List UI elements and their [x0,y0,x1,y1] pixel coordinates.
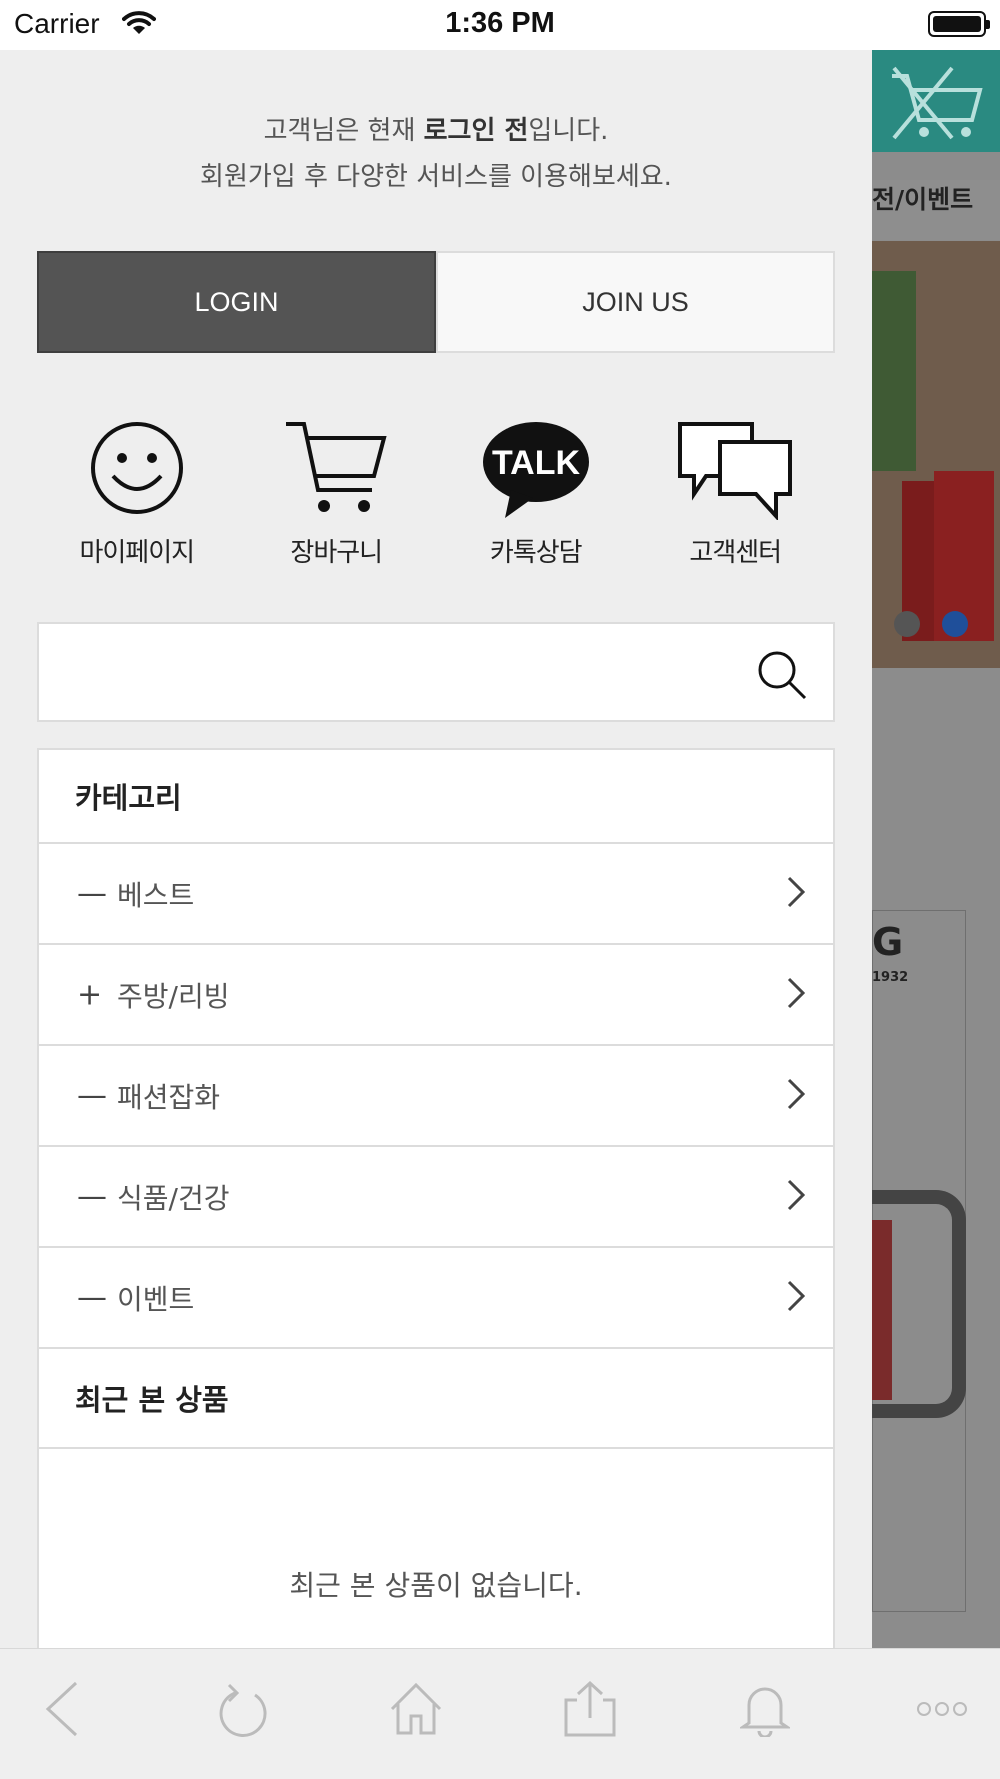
category-label: 패션잡화 [117,1080,221,1114]
category-label: 식품/건강 [117,1181,230,1215]
search-icon[interactable] [757,650,807,704]
category-item-event[interactable]: — 이벤트 [37,1248,835,1349]
collapse-icon: — [77,876,107,911]
category-item-food-health[interactable]: — 식품/건강 [37,1147,835,1248]
category-title: 카테고리 [37,748,835,844]
kakao-talk-icon: TALK [481,420,591,524]
quick-link-label: 마이페이지 [79,538,195,568]
quick-link-mypage[interactable]: 마이페이지 [37,420,237,590]
recent-products-title: 최근 본 상품 [37,1349,835,1449]
category-label: 이벤트 [117,1282,195,1316]
collapse-icon: — [77,1179,107,1214]
quick-link-label: 장바구니 [290,538,383,568]
category-item-best[interactable]: — 베스트 [37,844,835,945]
join-button[interactable]: JOIN US [436,251,835,353]
battery-icon [928,11,990,37]
talk-text: TALK [492,444,581,482]
chevron-right-icon [787,876,806,912]
smiley-icon [89,420,185,520]
home-icon[interactable] [386,1679,446,1739]
collapse-icon: — [77,1280,107,1315]
bottom-toolbar [0,1648,1000,1779]
bell-icon[interactable] [735,1679,795,1739]
category-item-fashion[interactable]: — 패션잡화 [37,1046,835,1147]
login-notice: 고객님은 현재 로그인 전입니다. 회원가입 후 다양한 서비스를 이용해보세요… [200,116,672,192]
product-image [872,1190,966,1418]
collapse-icon: — [77,1078,107,1113]
chevron-right-icon [787,977,806,1013]
promo-banner[interactable] [872,241,1000,668]
auth-buttons: LOGIN JOIN US [37,251,835,353]
chevron-right-icon [787,1078,806,1114]
banner-dot[interactable] [894,611,920,637]
quick-link-label: 고객센터 [689,538,782,568]
chevron-right-icon [787,1280,806,1316]
status-bar: Carrier 1:36 PM [0,0,1000,50]
clock: 1:36 PM [445,7,555,39]
event-tab[interactable]: 전/이벤트 [872,180,1000,240]
chevron-right-icon [787,1179,806,1215]
cart-header-bar[interactable] [872,50,1000,152]
quick-link-customer-center[interactable]: 고객센터 [636,420,836,590]
login-button[interactable]: LOGIN [37,251,436,353]
category-label: 베스트 [117,878,195,912]
category-label: 주방/리빙 [117,979,230,1013]
back-icon[interactable] [32,1679,92,1739]
cart-icon [284,420,388,520]
quick-links: 마이페이지 장바구니 TALK 카톡상담 고객센터 [37,420,835,590]
quick-link-kakao[interactable]: TALK 카톡상담 [436,420,636,590]
brand-logo: G [872,920,904,964]
quick-link-cart[interactable]: 장바구니 [237,420,437,590]
recent-products-empty: 최근 본 상품이 없습니다. [37,1449,835,1648]
quick-link-label: 카톡상담 [489,538,583,568]
background-page-overlay[interactable]: 전/이벤트 G 1932 [872,50,1000,1648]
category-item-kitchen-living[interactable]: + 주방/리빙 [37,945,835,1046]
expand-icon: + [77,977,103,1012]
more-icon[interactable] [912,1679,972,1739]
share-icon[interactable] [560,1679,620,1739]
brand-year: 1932 [872,970,909,985]
banner-product-green [872,271,916,471]
category-list: 카테고리 — 베스트 + 주방/리빙 — 패션잡화 — 식품/건강 — 이벤트 … [37,748,835,1648]
cart-close-icon[interactable] [872,50,1000,152]
refresh-icon[interactable] [212,1679,272,1739]
banner-dot-active[interactable] [942,611,968,637]
search-input[interactable] [37,622,835,722]
chat-bubbles-icon [676,420,794,524]
side-drawer: 고객님은 현재 로그인 전입니다. 회원가입 후 다양한 서비스를 이용해보세요… [0,50,872,1648]
